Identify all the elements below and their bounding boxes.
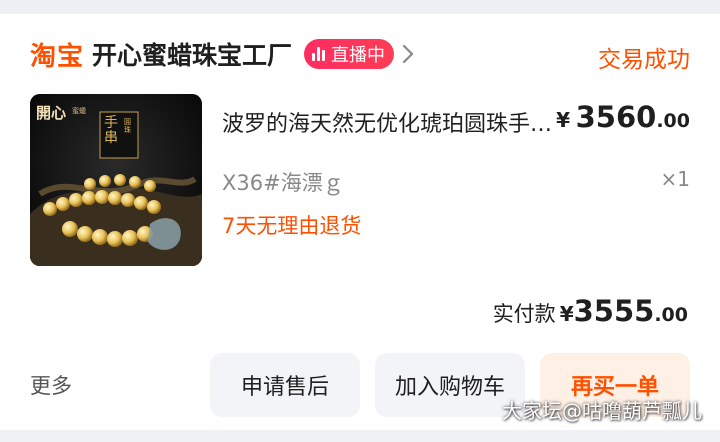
product-title[interactable]: 波罗的海天然无优化琥珀圆珠手串蜜蜡 — [222, 106, 572, 138]
order-card: 淘宝 开心蜜蜡珠宝工厂 直播中 交易成功 開心 蜜蠟 手串 圓珠 波罗的海天然无… — [0, 0, 720, 430]
product-thumbnail[interactable]: 開心 蜜蠟 手串 圓珠 — [30, 94, 202, 266]
amount-paid: 实付款 ¥ 3555.00 — [492, 294, 688, 328]
amount-paid-label: 实付款 — [492, 302, 556, 326]
thumb-logo-text: 開心 — [36, 104, 67, 122]
thumb-logo-sub: 蜜蠟 — [72, 107, 86, 115]
thumb-card-text: 手串 — [104, 115, 118, 146]
product-price: ¥ 3560.00 — [556, 100, 690, 134]
more-button[interactable]: 更多 — [30, 370, 72, 400]
live-bars-icon — [312, 47, 327, 61]
shop-header: 淘宝 开心蜜蜡珠宝工厂 直播中 交易成功 — [30, 36, 690, 73]
return-policy-tag: 7天无理由退货 — [222, 214, 362, 238]
product-sku: X36#海漂ｇ — [222, 171, 344, 195]
watermark: 大家坛@咕噜葫芦瓢儿 — [502, 399, 702, 423]
live-badge-label: 直播中 — [331, 45, 386, 66]
order-status: 交易成功 — [598, 47, 690, 73]
live-badge[interactable]: 直播中 — [304, 39, 395, 69]
chevron-right-icon[interactable] — [402, 44, 414, 64]
taobao-logo: 淘宝 — [30, 41, 85, 72]
thumb-card-side: 圓珠 — [124, 118, 131, 134]
after-sales-button[interactable]: 申请售后 — [210, 353, 360, 417]
shop-name[interactable]: 开心蜜蜡珠宝工厂 — [92, 36, 292, 72]
product-quantity: ×1 — [660, 167, 690, 191]
